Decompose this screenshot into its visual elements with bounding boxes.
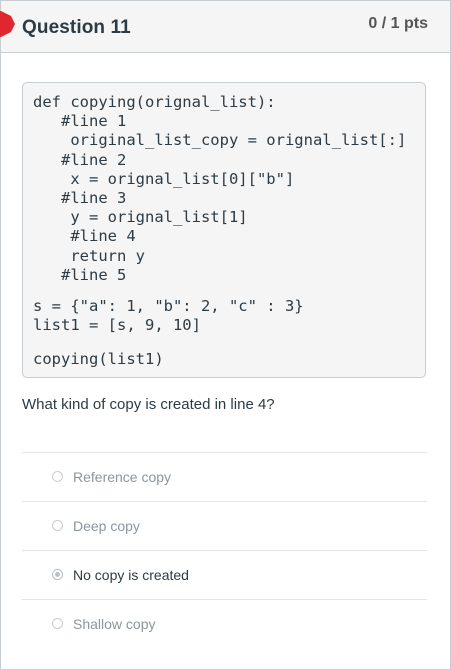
code-data-setup: s = {"a": 1, "b": 2, "c" : 3} list1 = [s… [33,297,304,335]
answer-label: Shallow copy [73,616,156,632]
radio-button[interactable] [52,471,63,482]
answer-label: Deep copy [73,518,140,534]
answer-option-shallow-copy[interactable]: Shallow copy [22,599,427,648]
code-function-call: copying(list1) [33,350,164,368]
answer-label: No copy is created [73,567,189,583]
answer-option-reference-copy[interactable]: Reference copy [22,452,427,501]
question-prompt: What kind of copy is created in line 4? [22,396,275,413]
radio-button-selected[interactable] [52,569,63,580]
question-card: Question 11 0 / 1 pts def copying(origna… [0,0,451,670]
answer-option-deep-copy[interactable]: Deep copy [22,501,427,550]
flag-icon [0,11,15,37]
answer-label: Reference copy [73,469,172,485]
question-header: Question 11 0 / 1 pts [0,1,450,53]
code-block: def copying(orignal_list): #line 1 origi… [22,82,426,378]
code-function-definition: def copying(orignal_list): #line 1 origi… [33,93,407,284]
answer-option-no-copy[interactable]: No copy is created [22,550,427,599]
radio-button[interactable] [52,520,63,531]
question-title: Question 11 [22,17,131,38]
radio-button[interactable] [52,618,63,629]
question-points: 0 / 1 pts [368,15,428,32]
answer-list: Reference copy Deep copy No copy is crea… [22,452,427,648]
